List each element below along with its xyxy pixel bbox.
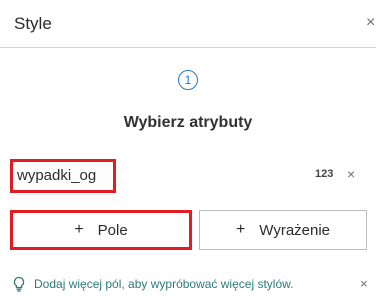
hint-text: Dodaj więcej pól, aby wypróbować więcej … [34,277,294,291]
panel-header: Style × [0,0,376,48]
panel-title: Style [14,14,52,33]
plus-icon: + [74,221,84,238]
field-name[interactable]: wypadki_og [10,159,116,193]
step-title: Wybierz atrybuty [123,114,253,131]
hint-banner: Dodaj więcej pól, aby wypróbować więcej … [12,276,372,294]
add-field-button[interactable]: + Pole [10,210,192,250]
remove-field-icon[interactable]: × [347,166,355,182]
add-expression-button[interactable]: + Wyrażenie [199,210,367,250]
selected-field-row: wypadki_og 123 × [10,159,364,193]
close-icon[interactable]: × [366,14,375,32]
numeric-type-icon: 123 [315,168,334,180]
step-number-badge: 1 [178,70,198,90]
add-field-label: Pole [97,221,128,239]
plus-icon: + [235,221,246,238]
dismiss-hint-icon[interactable]: × [360,276,368,291]
add-expression-label: Wyrażenie [259,221,331,239]
lightbulb-icon [12,276,26,295]
